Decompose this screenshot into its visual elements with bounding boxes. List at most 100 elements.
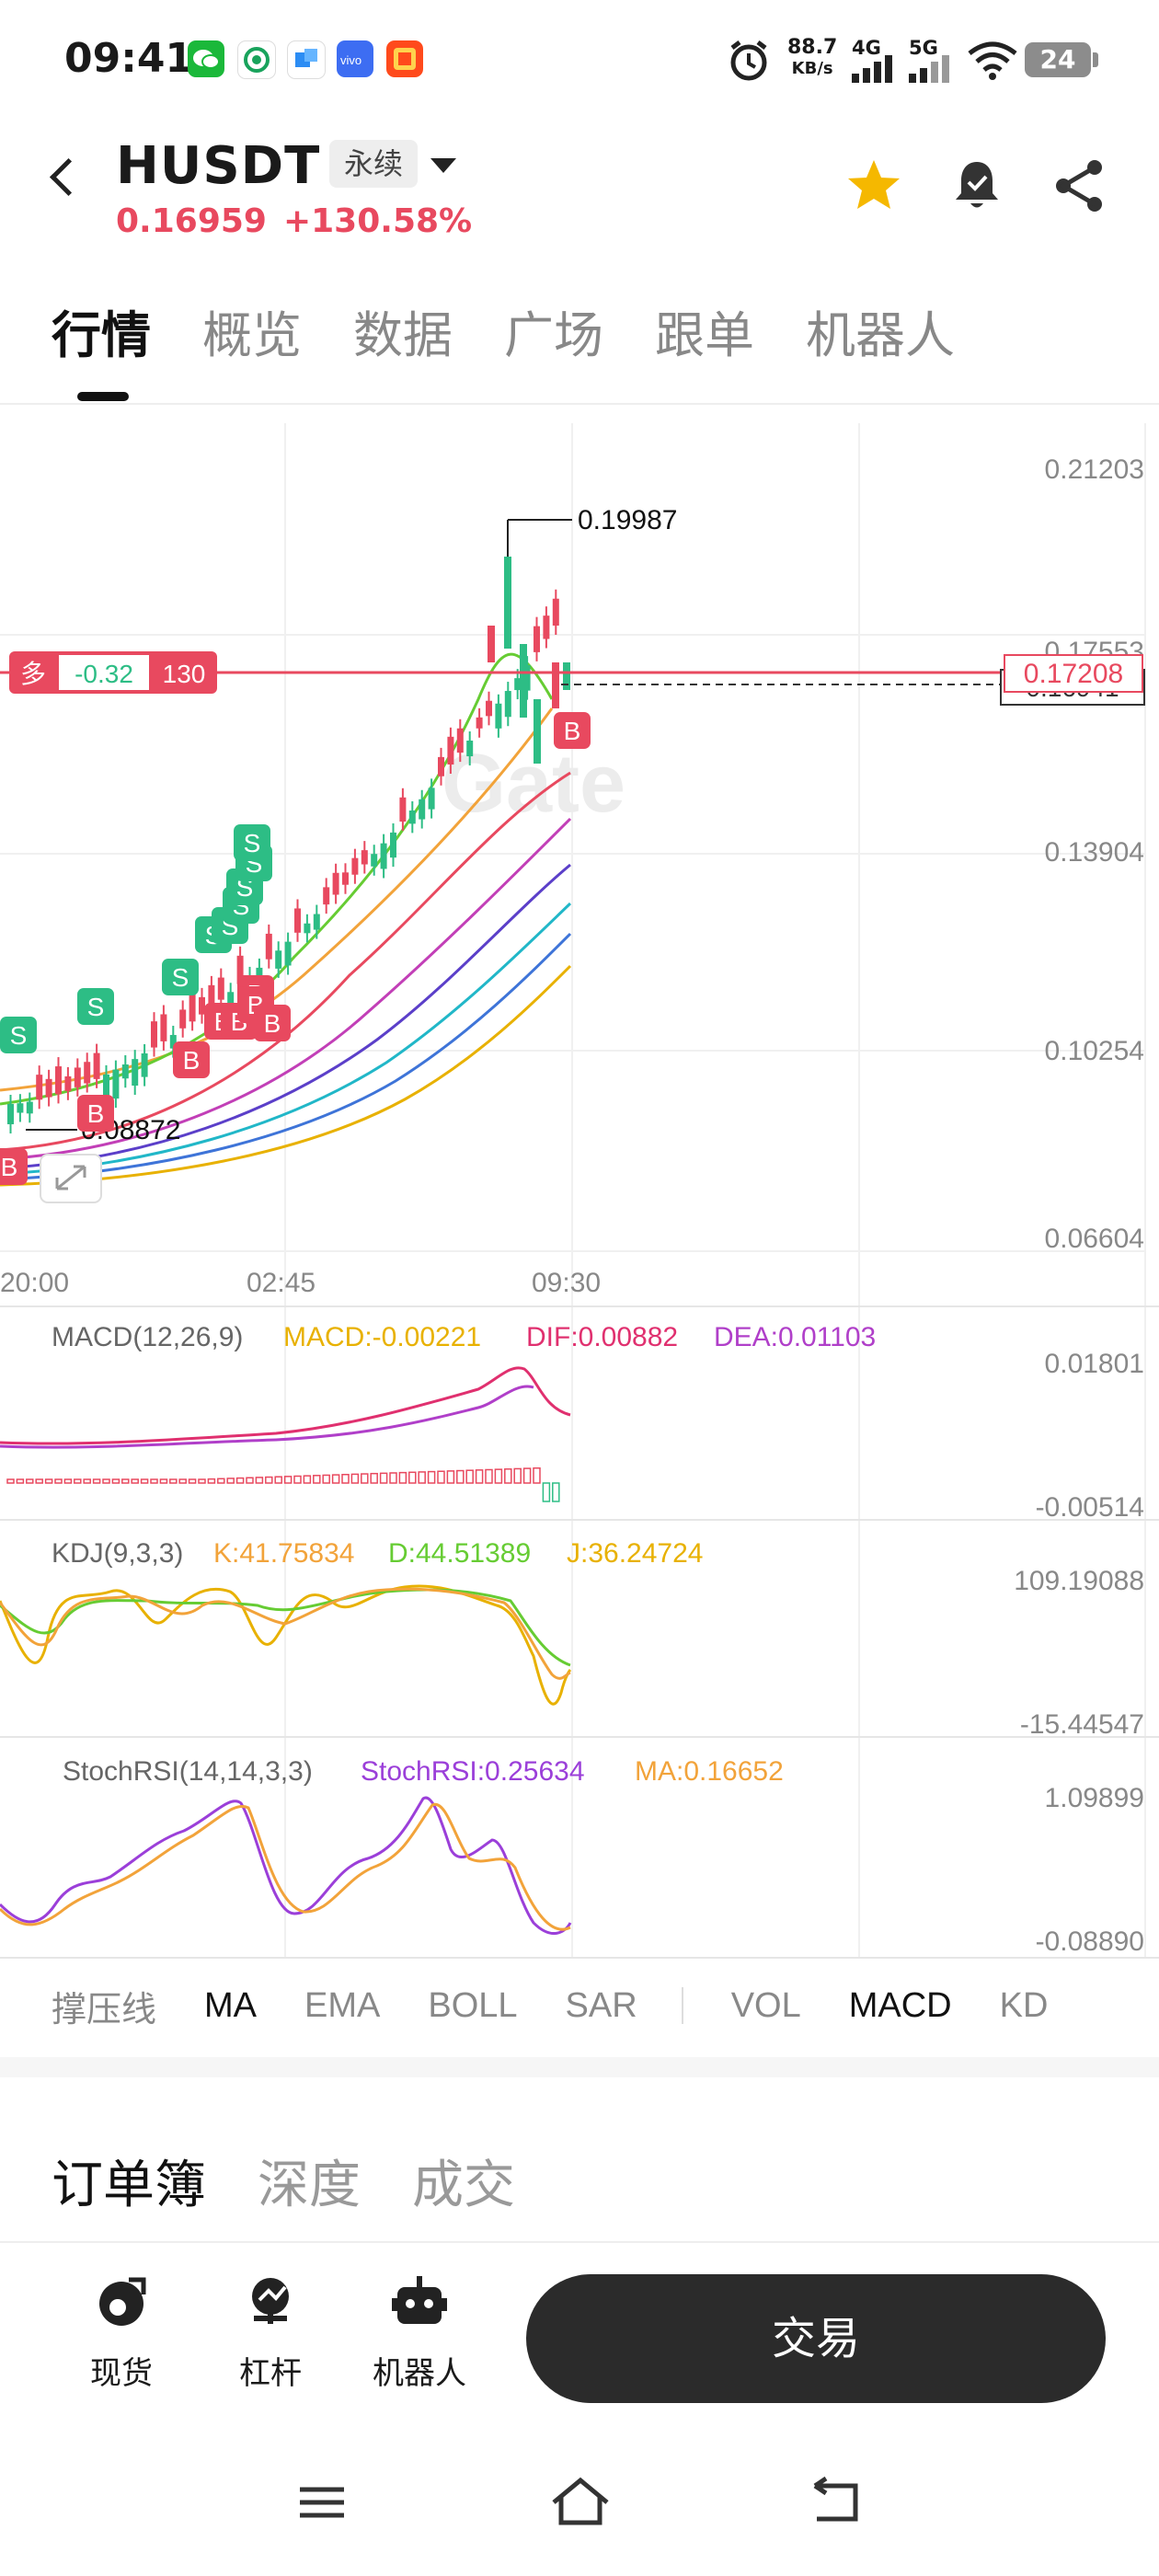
indicator-kd[interactable]: KD bbox=[1000, 1986, 1049, 2026]
market-tabs: 行情 概览 数据 广场 跟单 机器人 bbox=[52, 304, 1006, 368]
svg-text:B: B bbox=[564, 717, 581, 745]
star-icon[interactable] bbox=[844, 156, 903, 215]
indicator-ema[interactable]: EMA bbox=[304, 1986, 380, 2026]
tab-overview[interactable]: 概览 bbox=[202, 304, 302, 368]
contract-type-tag[interactable]: 永续 bbox=[329, 140, 418, 188]
indicator-vol[interactable]: VOL bbox=[731, 1986, 801, 2026]
stochrsi-value: StochRSI:0.25634 bbox=[361, 1756, 585, 1787]
back-icon[interactable] bbox=[50, 158, 87, 196]
high-label: 0.19987 bbox=[578, 505, 677, 535]
indicator-boll[interactable]: BOLL bbox=[428, 1986, 517, 2026]
expand-icon[interactable] bbox=[40, 1155, 101, 1202]
macd-bar bbox=[438, 1471, 444, 1483]
time-axis-label: 20:00 bbox=[0, 1268, 69, 1298]
indicator-sar[interactable]: SAR bbox=[566, 1986, 637, 2026]
buy-marker: B bbox=[254, 1005, 291, 1041]
macd-bar bbox=[342, 1475, 349, 1483]
divider bbox=[0, 2241, 1159, 2243]
pair-name[interactable]: HUSDT bbox=[116, 136, 320, 196]
macd-bar bbox=[132, 1479, 138, 1483]
share-icon[interactable] bbox=[1050, 156, 1109, 215]
spot-button[interactable]: 现货 bbox=[57, 2272, 186, 2393]
price-axis-label: 0.06604 bbox=[1045, 1224, 1144, 1254]
candle bbox=[563, 662, 570, 690]
macd-bar bbox=[351, 1474, 358, 1483]
candle bbox=[504, 557, 511, 649]
taobao-icon bbox=[386, 40, 423, 77]
macd-bar bbox=[476, 1470, 483, 1483]
svg-text:B: B bbox=[183, 1046, 201, 1075]
status-time: 09:41 bbox=[64, 35, 193, 82]
tab-bot[interactable]: 机器人 bbox=[806, 304, 955, 368]
menu-icon[interactable] bbox=[294, 2475, 350, 2530]
kdj-axis-bottom: -15.44547 bbox=[1020, 1709, 1144, 1740]
tab-depth[interactable]: 深度 bbox=[258, 2144, 361, 2218]
position-side: 多 bbox=[20, 659, 46, 689]
sell-marker: S bbox=[234, 824, 270, 861]
macd-bar bbox=[7, 1479, 14, 1483]
macd-bar bbox=[199, 1479, 205, 1483]
kdj-d: D:44.51389 bbox=[388, 1538, 531, 1569]
tab-market[interactable]: 行情 bbox=[52, 304, 151, 368]
svg-text:S: S bbox=[244, 829, 261, 857]
macd-dif: DIF:0.00882 bbox=[526, 1322, 678, 1352]
macd-bar bbox=[55, 1479, 62, 1483]
macd-bar bbox=[151, 1479, 157, 1483]
tab-square[interactable]: 广场 bbox=[504, 304, 603, 368]
tab-copy-trade[interactable]: 跟单 bbox=[655, 304, 754, 368]
macd-label: MACD(12,26,9) bbox=[52, 1322, 243, 1352]
candle bbox=[552, 662, 559, 708]
macd-bar bbox=[266, 1478, 272, 1483]
macd-bar bbox=[142, 1479, 148, 1483]
macd-bar bbox=[36, 1479, 42, 1483]
tab-orderbook[interactable]: 订单簿 bbox=[52, 2144, 206, 2218]
trade-button[interactable]: 交易 bbox=[526, 2274, 1106, 2403]
macd-bar bbox=[112, 1479, 119, 1483]
macd-bar bbox=[553, 1483, 559, 1501]
kdj-k: K:41.75834 bbox=[213, 1538, 354, 1569]
back-nav-icon[interactable] bbox=[806, 2475, 865, 2530]
orderbook-tabs: 订单簿 深度 成交 bbox=[52, 2144, 567, 2218]
indicator-ma[interactable]: MA bbox=[204, 1986, 257, 2026]
macd-bar bbox=[84, 1479, 90, 1483]
bell-icon[interactable] bbox=[947, 156, 1006, 215]
wechat-icon bbox=[188, 40, 224, 77]
svg-text:vivo: vivo bbox=[340, 53, 361, 67]
bot-button[interactable]: 机器人 bbox=[355, 2272, 484, 2393]
chevron-down-icon[interactable] bbox=[430, 158, 456, 173]
price-change: +130.58% bbox=[283, 202, 472, 240]
macd-bar bbox=[189, 1479, 196, 1483]
macd-bar bbox=[361, 1474, 368, 1483]
tab-data[interactable]: 数据 bbox=[353, 304, 453, 368]
macd-bar bbox=[419, 1472, 425, 1483]
kline-chart[interactable]: Gate 0.19987 0.08872 0.21203 0.17553 0.1… bbox=[0, 405, 1159, 1960]
macd-bar bbox=[466, 1470, 473, 1483]
macd-bar bbox=[170, 1479, 177, 1483]
macd-axis-bottom: -0.00514 bbox=[1036, 1492, 1144, 1523]
mobile-icon bbox=[237, 40, 276, 79]
macd-bar bbox=[304, 1476, 310, 1483]
macd-bar bbox=[275, 1477, 281, 1483]
kdj-axis-top: 109.19088 bbox=[1014, 1566, 1144, 1596]
indicator-support[interactable]: 撑压线 bbox=[52, 1981, 156, 2031]
macd-bar bbox=[294, 1477, 301, 1484]
macd-bar bbox=[208, 1479, 214, 1483]
home-icon[interactable] bbox=[548, 2475, 613, 2530]
macd-bar bbox=[390, 1473, 396, 1483]
margin-button[interactable]: 杠杆 bbox=[206, 2272, 335, 2393]
macd-bar bbox=[46, 1479, 52, 1483]
svg-text:S: S bbox=[10, 1021, 28, 1050]
sell-marker: S bbox=[0, 1017, 37, 1053]
svg-text:S: S bbox=[172, 963, 189, 992]
spot-icon bbox=[92, 2272, 151, 2331]
tab-underline bbox=[77, 392, 129, 401]
signal-4g: 4G bbox=[850, 37, 905, 83]
candle bbox=[534, 699, 541, 764]
macd-bar bbox=[75, 1479, 81, 1483]
candles bbox=[7, 557, 570, 1133]
macd-bar bbox=[333, 1475, 339, 1483]
tab-trades[interactable]: 成交 bbox=[412, 2144, 515, 2218]
indicator-macd[interactable]: MACD bbox=[849, 1986, 952, 2026]
macd-bar bbox=[371, 1474, 377, 1483]
stochrsi-axis-bottom: -0.08890 bbox=[1036, 1926, 1144, 1957]
